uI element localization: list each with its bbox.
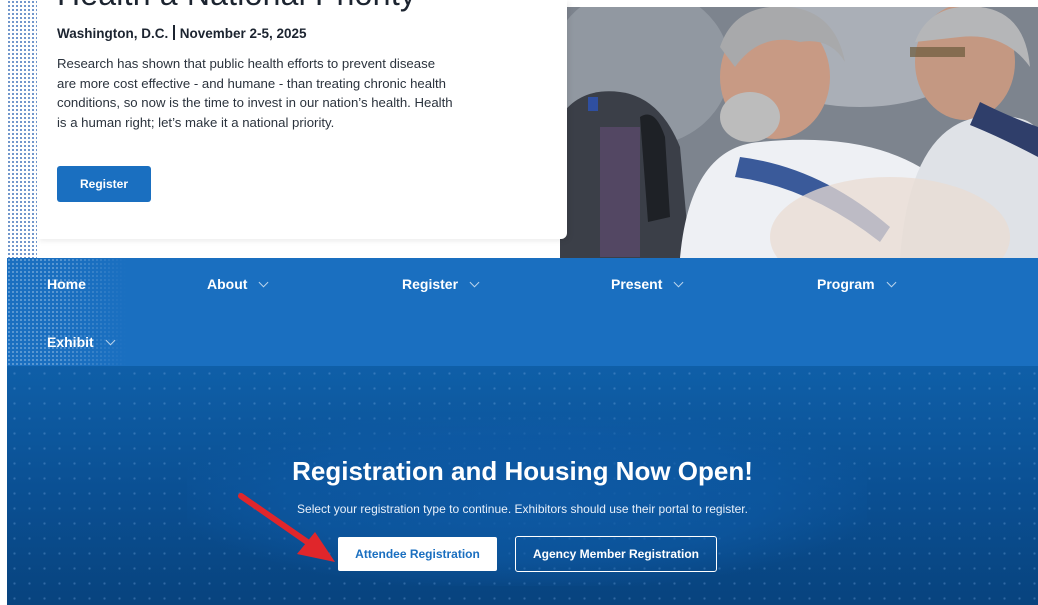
nav-item-program[interactable]: Program: [817, 276, 897, 292]
nav-item-present[interactable]: Present: [611, 276, 684, 292]
attendee-registration-button[interactable]: Attendee Registration: [338, 537, 497, 571]
red-arrow-annotation-icon: [238, 493, 335, 562]
nav-item-label: Home: [47, 276, 86, 292]
hero-section: Health a National Priority Washington, D…: [0, 0, 1038, 258]
event-dates: November 2-5, 2025: [179, 26, 307, 41]
event-location: Washington, D.C.: [57, 26, 169, 41]
chevron-down-icon: [673, 277, 684, 287]
decorative-dot-pattern: [7, 0, 37, 258]
hero-register-button[interactable]: Register: [57, 166, 151, 202]
nav-item-label: Program: [817, 276, 875, 292]
chevron-down-icon: [469, 277, 480, 287]
nav-item-label: About: [207, 276, 248, 292]
hero-photo: [560, 7, 1038, 258]
nav-item-exhibit[interactable]: Exhibit: [47, 334, 116, 350]
hero-description: Research has shown that public health ef…: [57, 56, 453, 130]
hero-title: Health a National Priority: [57, 0, 416, 13]
chevron-down-icon: [258, 277, 269, 287]
registration-subtitle: Select your registration type to continu…: [297, 502, 748, 516]
main-navigation: Home About Register Present Program Exhi…: [7, 258, 1038, 366]
chevron-down-icon: [105, 335, 116, 345]
registration-title: Registration and Housing Now Open!: [292, 456, 753, 486]
chevron-down-icon: [886, 277, 897, 287]
conference-attendees-image: [560, 7, 1038, 258]
nav-item-label: Exhibit: [47, 334, 94, 350]
nav-item-label: Present: [611, 276, 663, 292]
meta-divider: [173, 25, 175, 40]
nav-item-label: Register: [402, 276, 459, 292]
nav-item-home[interactable]: Home: [47, 276, 86, 292]
agency-member-registration-button[interactable]: Agency Member Registration: [515, 536, 717, 572]
nav-item-register[interactable]: Register: [402, 276, 480, 292]
nav-item-about[interactable]: About: [207, 276, 269, 292]
event-location-dates: Washington, D.C. November 2-5, 2025: [57, 25, 307, 41]
registration-banner: Registration and Housing Now Open! Selec…: [7, 366, 1038, 605]
